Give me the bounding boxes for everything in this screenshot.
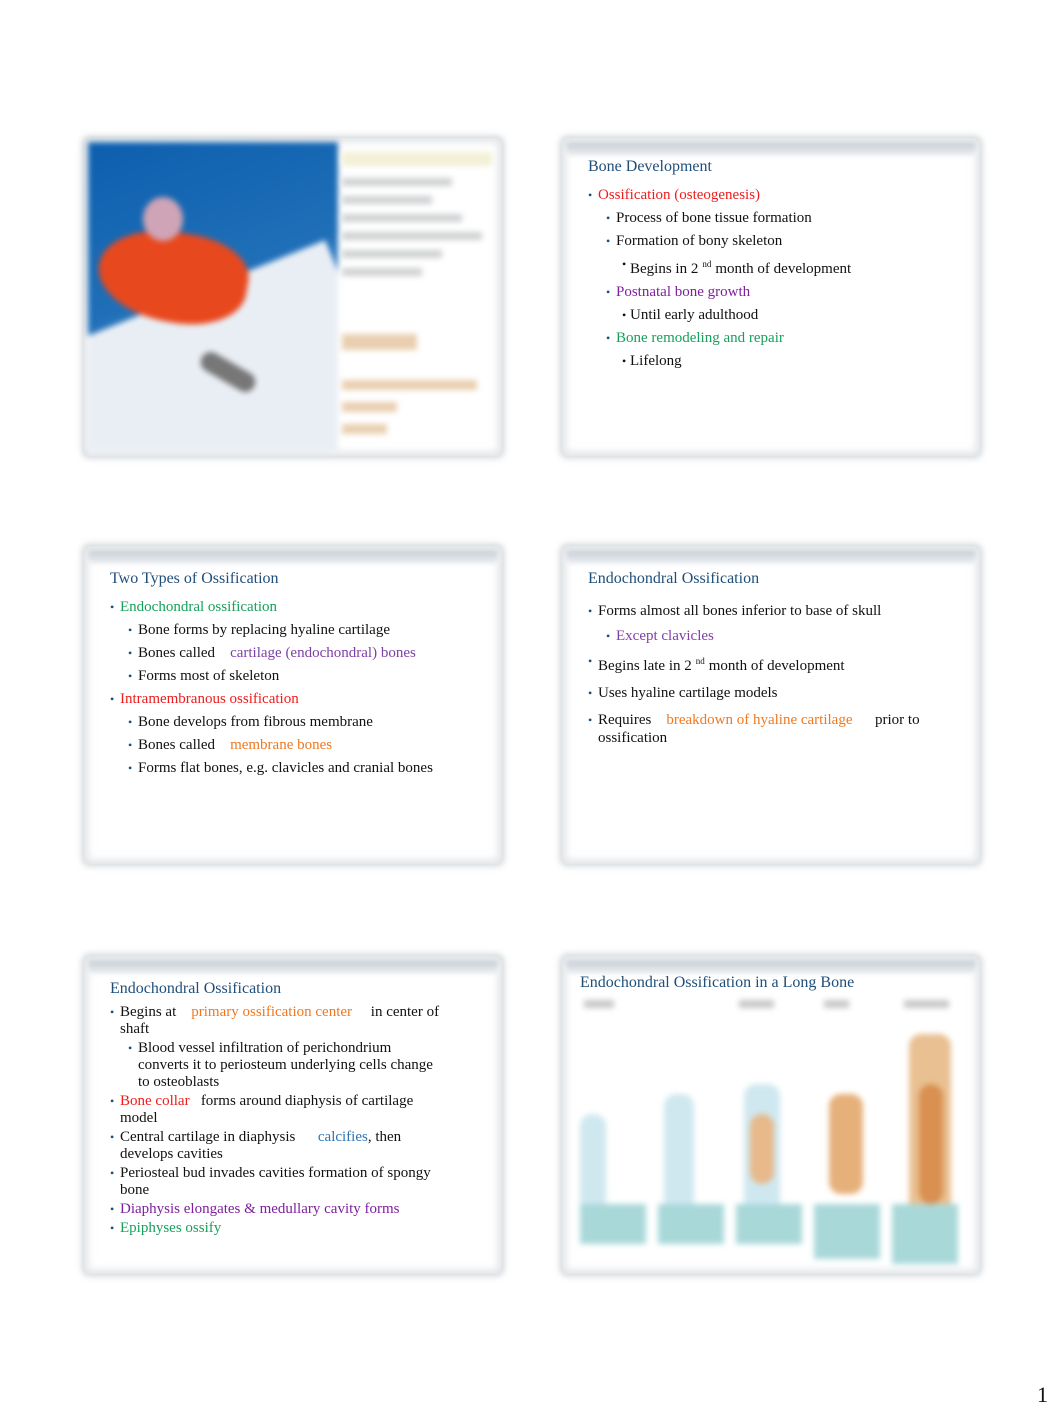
diagram-label [824,1000,849,1008]
slide-2-bone-development[interactable]: Bone Development Ossification (osteogene… [562,138,980,456]
slide-top-bar [88,550,498,564]
highlight-text: primary ossification center [191,1004,353,1020]
highlight-text: cartilage (endochondral) bones [230,645,416,661]
bullet-item: Intramembranous ossification [110,690,478,708]
slide-title: Endochondral Ossification in a Long Bone [580,974,855,991]
bullet-text: Begins late in 2 [598,658,692,674]
bullet-item: Central cartilage in diaphysis calcifies… [110,1129,450,1163]
blurred-line [342,268,422,276]
bullet-item: Forms almost all bones inferior to base … [588,602,956,620]
blurred-line [342,214,462,222]
bullet-item: Periosteal bud invades cavities formatio… [110,1165,460,1199]
bullet-item: Epiphyses ossify [110,1220,478,1237]
highlight-text: calcifies [317,1129,368,1145]
bullet-text: Begins in 2 [630,261,699,277]
bullet-item: Bone collar forms around diaphysis of ca… [110,1093,450,1127]
caption-box [580,1204,646,1244]
bullet-item: Forms most of skeleton [128,667,478,685]
slide-title: Bone Development [588,158,712,175]
bullet-item: Endochondral ossification [110,598,478,616]
bone-stage-4 [829,1094,863,1194]
bullet-item: Begins in 2ndmonth of development [622,255,956,278]
bullet-list: Begins at primary ossification center in… [110,1004,478,1239]
slide-title: Two Types of Ossification [110,570,279,587]
blurred-heading [342,334,417,350]
highlight-text: membrane bones [230,737,333,753]
bullet-item: Postnatal bone growth [606,283,956,301]
diagram-label [739,1000,774,1008]
bullet-item: Bone remodeling and repair [606,329,956,347]
bullet-text: Requires [598,712,652,728]
bullet-item: Uses hyaline cartilage models [588,684,956,702]
slide-title: Endochondral Ossification [588,570,760,587]
skier-head [143,197,183,241]
blurred-line [342,196,432,204]
blurred-band [342,152,492,166]
slide-4-endochondral-ossification[interactable]: Endochondral Ossification Forms almost a… [562,546,980,864]
bullet-item: Formation of bony skeleton [606,232,956,250]
slide-top-bar [566,142,976,156]
bullet-item: Begins late in 2ndmonth of development [588,652,956,675]
slide-6-endochondral-ossification-long-bone[interactable]: Endochondral Ossification in a Long Bone [562,956,980,1274]
superscript: nd [702,259,712,269]
bullet-item: Lifelong [622,352,956,370]
blurred-line [342,232,482,240]
blurred-line [342,250,442,258]
blurred-line [342,424,387,434]
page-number: 1 [1037,1382,1048,1407]
bullet-item: Blood vessel infiltration of perichondri… [128,1040,438,1091]
slide-top-bar [566,960,976,974]
slide-3-two-types-of-ossification[interactable]: Two Types of Ossification Endochondral o… [84,546,502,864]
bullet-text: month of development [715,261,852,277]
diagram-label [584,1000,614,1008]
bullet-text: Bones called [138,645,216,661]
bullet-item: Ossification (osteogenesis) [588,186,956,204]
caption-box [814,1204,880,1259]
bullet-item: Process of bone tissue formation [606,209,956,227]
caption-box [658,1204,724,1244]
highlight-text: Bone collar [120,1093,190,1109]
skier-cover-image [88,142,338,452]
bullet-item: Bone forms by replacing hyaline cartilag… [128,621,478,639]
bullet-item: Except clavicles [606,627,956,645]
superscript: nd [695,656,705,666]
diagram-label [904,1000,949,1008]
bone-stage-3-ossified [750,1114,774,1184]
bullet-list: Forms almost all bones inferior to base … [588,602,956,752]
bullet-item: Bone develops from fibrous membrane [128,713,478,731]
caption-box [736,1204,802,1244]
slide-top-bar [566,550,976,564]
slide-top-bar [88,960,498,974]
bullet-list: Ossification (osteogenesis) Process of b… [588,186,956,375]
highlight-text: breakdown of hyaline cartilage [666,712,853,728]
bone-stage-5-medulla [919,1084,943,1204]
bullet-item: Bones called membrane bones [128,736,478,754]
bullet-item: Until early adulthood [622,306,956,324]
bullet-item: Requires breakdown of hyaline cartilage … [588,711,938,747]
blurred-text-panel [342,144,492,448]
bullet-list: Endochondral ossification Bone forms by … [110,598,478,782]
bullet-text: Central cartilage in diaphysis [120,1129,296,1145]
caption-box [892,1204,958,1264]
bullet-text: Bones called [138,737,216,753]
blurred-line [342,402,397,412]
slide-title: Endochondral Ossification [110,980,282,997]
bullet-item: Forms flat bones, e.g. clavicles and cra… [128,759,438,777]
blurred-line [342,380,477,390]
blurred-line [342,178,452,186]
bullet-item: Begins at primary ossification center in… [110,1004,460,1038]
bullet-item: Diaphysis elongates & medullary cavity f… [110,1201,478,1218]
slide-5-endochondral-ossification-steps[interactable]: Endochondral Ossification Begins at prim… [84,956,502,1274]
bullet-text: Begins at [120,1004,177,1020]
bullet-text: month of development [708,658,845,674]
bullet-item: Bones called cartilage (endochondral) bo… [128,644,478,662]
long-bone-ossification-diagram [574,994,970,1264]
slide-1-thumbnail[interactable] [84,138,502,456]
